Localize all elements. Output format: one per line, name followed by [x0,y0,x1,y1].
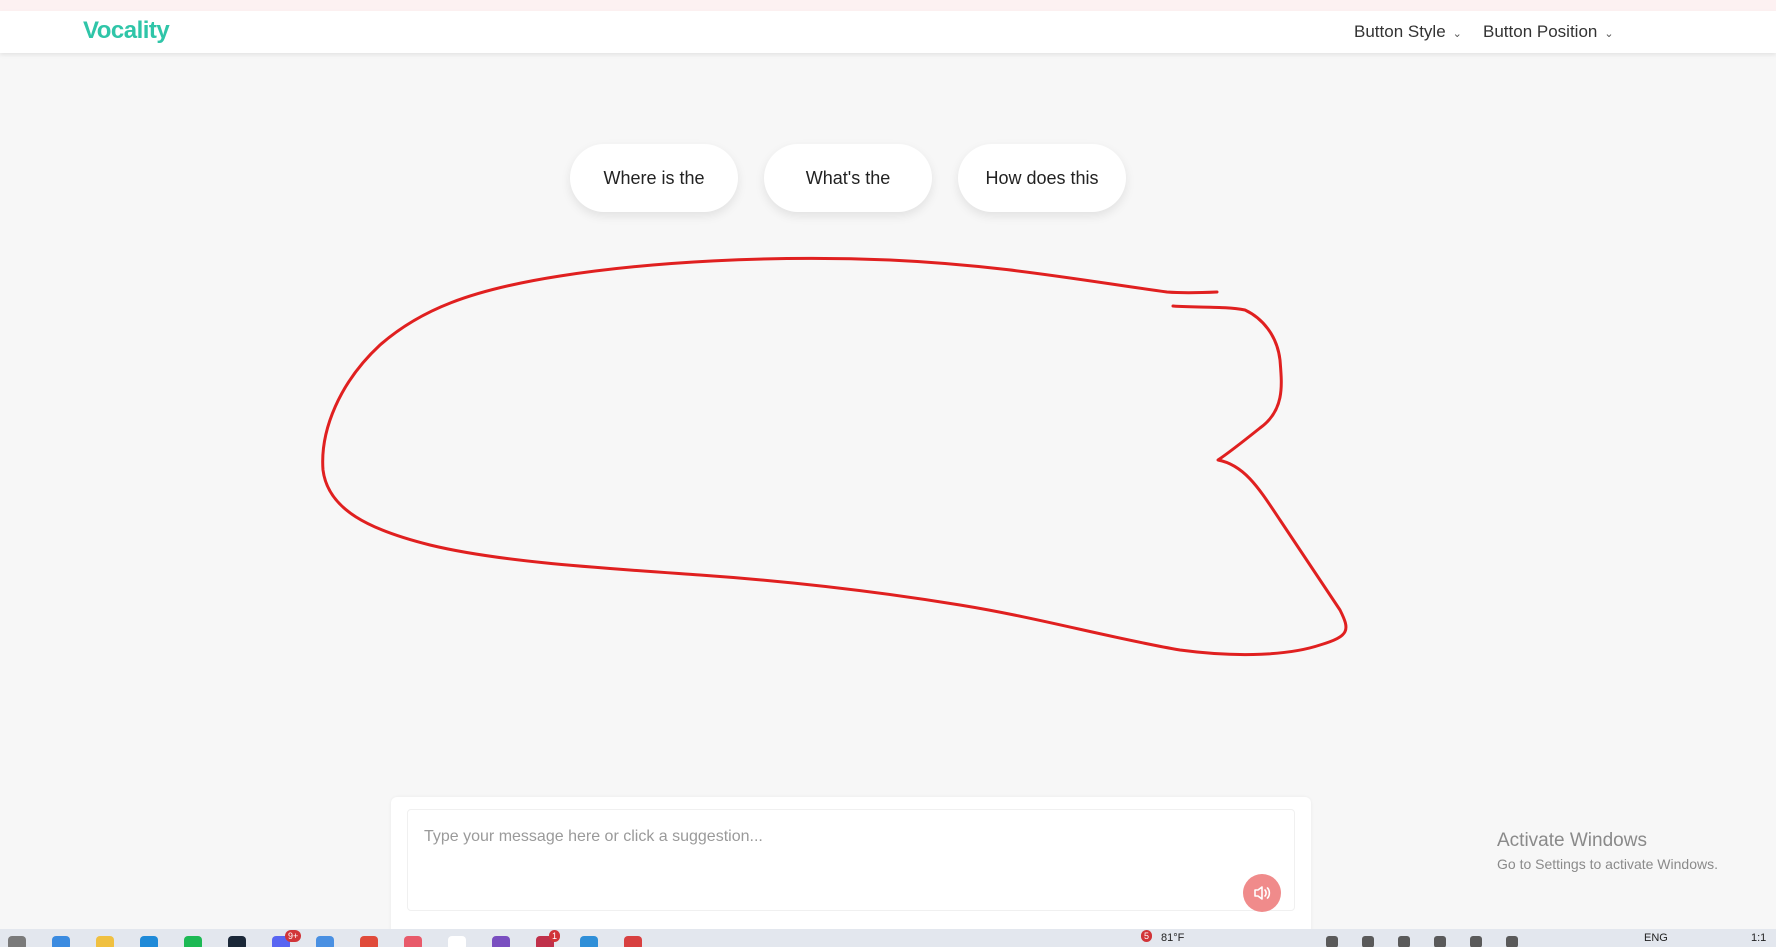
button-position-menu[interactable]: Button Position ⌄ [1483,22,1614,42]
spotify-icon[interactable] [184,936,202,947]
navbar: Vocality Button Style ⌄ Button Position … [0,11,1776,53]
app-logo[interactable]: Vocality [83,17,170,45]
app-icon[interactable] [52,936,70,947]
weather-badge: 5 [1141,930,1153,942]
speaker-icon [1254,886,1271,900]
button-position-label: Button Position [1483,22,1598,41]
suggestion-chip[interactable]: What's the [764,144,932,212]
opera-icon[interactable] [404,936,422,947]
app-icon[interactable] [448,936,466,947]
notification-badge: 9+ [285,930,302,942]
button-style-menu[interactable]: Button Style ⌄ [1354,22,1462,42]
tray-icon[interactable] [1506,936,1518,947]
app-icon[interactable] [624,936,642,947]
weather-text[interactable]: 81°F [1161,932,1184,944]
suggestion-list: Where is the What's the How does this [570,144,1126,212]
tray-icon[interactable] [1326,936,1338,947]
watermark-title: Activate Windows [1497,830,1647,851]
chevron-down-icon: ⌄ [1452,27,1462,40]
message-input-box [407,809,1295,912]
top-strip [0,0,1776,11]
tray-icon[interactable] [1398,936,1410,947]
clock[interactable]: 1:1 [1751,932,1766,944]
message-composer [391,797,1311,947]
tray-icon[interactable] [1470,936,1482,947]
speak-button[interactable] [1243,874,1281,912]
start-icon[interactable] [8,936,26,947]
steam-icon[interactable] [228,936,246,947]
folder-icon[interactable] [96,936,114,947]
language-indicator[interactable]: ENG [1644,932,1668,944]
suggestion-chip[interactable]: Where is the [570,144,738,212]
taskbar: 9+ 1 5 81°F ENG 1:1 [0,929,1776,947]
chrome-icon[interactable] [360,936,378,947]
suggestion-chip[interactable]: How does this [958,144,1126,212]
tray-icon[interactable] [1362,936,1374,947]
browser-icon[interactable] [140,936,158,947]
app-icon[interactable] [492,936,510,947]
notification-badge: 1 [549,930,561,942]
watermark-subtitle: Go to Settings to activate Windows. [1497,856,1718,872]
notepad-icon[interactable] [580,936,598,947]
message-input[interactable] [422,824,1246,850]
chevron-down-icon: ⌄ [1604,27,1614,40]
activate-windows-watermark: Activate Windows Go to Settings to activ… [1497,830,1718,872]
app-icon[interactable] [316,936,334,947]
tray-icon[interactable] [1434,936,1446,947]
button-style-label: Button Style [1354,22,1446,41]
